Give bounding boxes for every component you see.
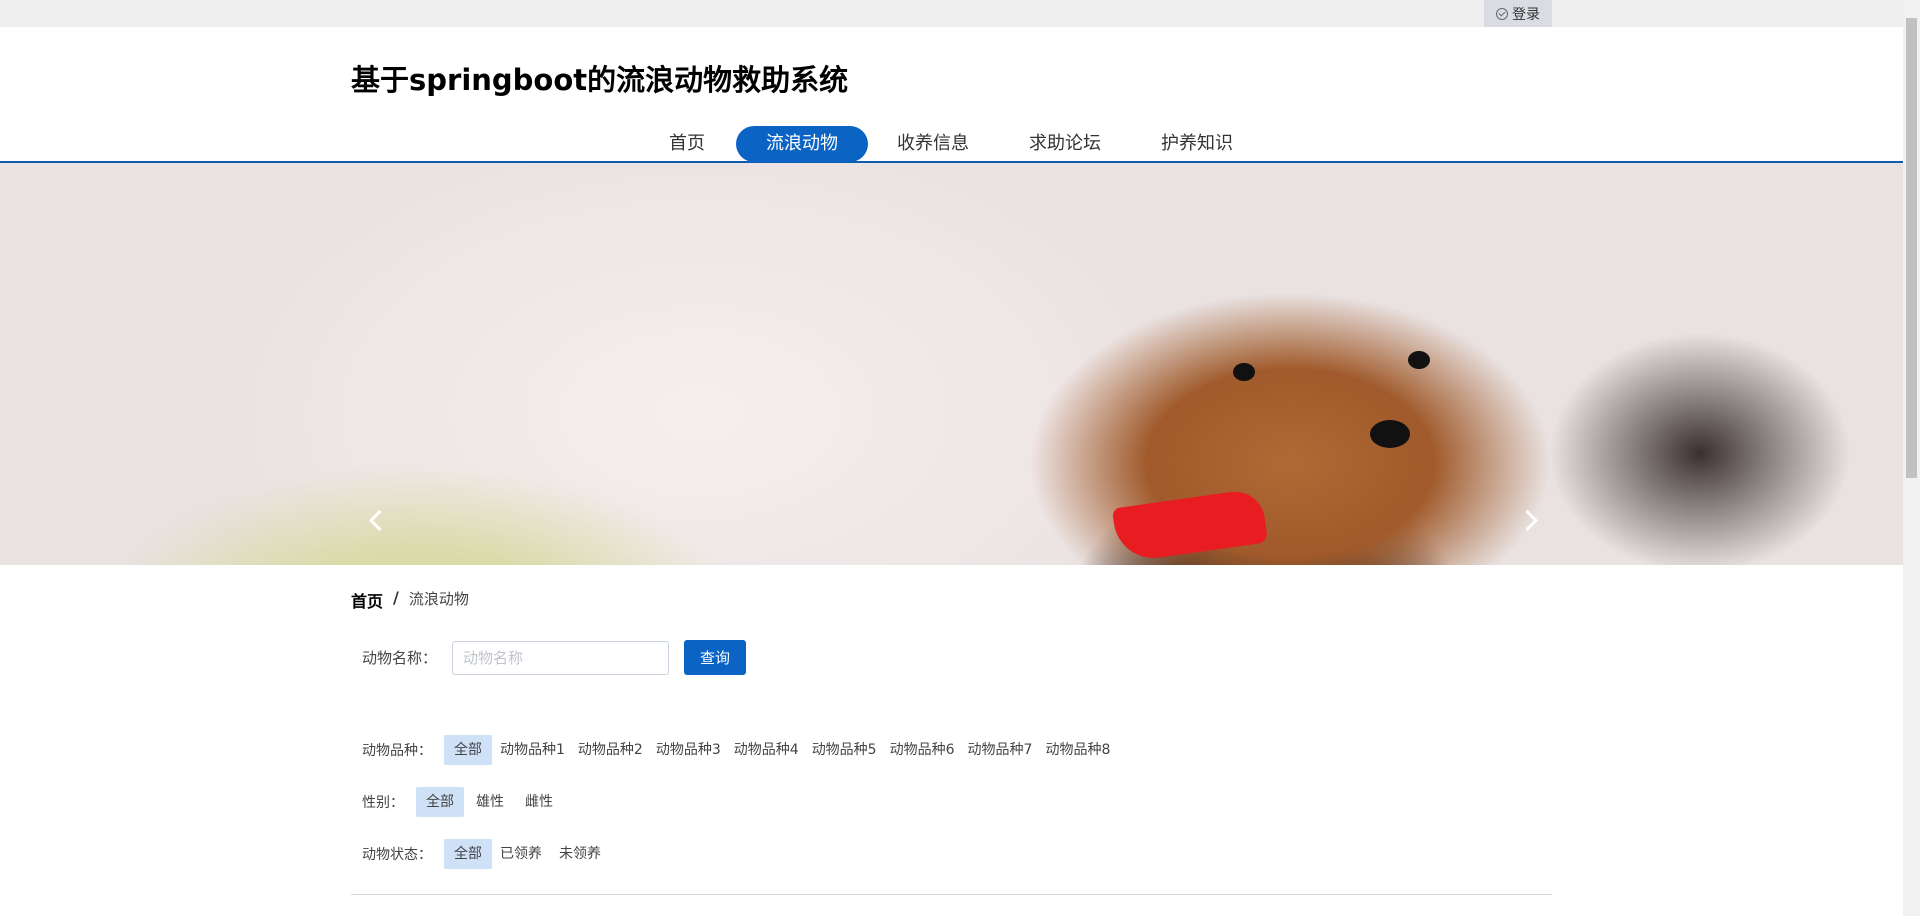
vertical-scrollbar[interactable] bbox=[1903, 0, 1920, 916]
gender-option-female[interactable]: 雌性 bbox=[520, 787, 558, 817]
banner-image bbox=[0, 163, 1903, 565]
check-circle-icon bbox=[1496, 7, 1508, 20]
nav-item-help-forum[interactable]: 求助论坛 bbox=[1020, 126, 1110, 162]
main-nav: 首页 流浪动物 收养信息 求助论坛 护养知识 bbox=[0, 124, 1903, 163]
site-title: 基于springboot的流浪动物救助系统 bbox=[351, 63, 849, 97]
nav-item-home[interactable]: 首页 bbox=[660, 126, 714, 162]
breed-filter-label: 动物品种： bbox=[362, 743, 432, 759]
breed-option[interactable]: 动物品种5 bbox=[807, 735, 882, 765]
status-option-adopted[interactable]: 已领养 bbox=[495, 839, 547, 869]
breed-option[interactable]: 动物品种3 bbox=[651, 735, 726, 765]
breadcrumb: 首页 / 流浪动物 bbox=[351, 588, 469, 612]
login-label: 登录 bbox=[1512, 6, 1540, 23]
breed-option[interactable]: 动物品种8 bbox=[1040, 735, 1115, 765]
dog-eye-shape bbox=[1408, 351, 1430, 369]
gender-option-male[interactable]: 雄性 bbox=[471, 787, 509, 817]
breadcrumb-current: 流浪动物 bbox=[408, 590, 469, 608]
breadcrumb-home[interactable]: 首页 bbox=[351, 588, 383, 612]
dog-bowtie-shape bbox=[1111, 487, 1269, 564]
dog-nose-shape bbox=[1370, 420, 1410, 448]
scrollbar-thumb[interactable] bbox=[1906, 18, 1917, 478]
nav-item-adoption-info[interactable]: 收养信息 bbox=[888, 126, 978, 162]
nav-item-stray-animals[interactable]: 流浪动物 bbox=[736, 126, 868, 162]
status-option-all[interactable]: 全部 bbox=[444, 839, 492, 869]
animal-name-label: 动物名称： bbox=[362, 649, 438, 667]
gender-filter-row: 性别： 全部 雄性 雌性 bbox=[362, 787, 561, 817]
breadcrumb-separator: / bbox=[393, 588, 399, 607]
search-button[interactable]: 查询 bbox=[684, 640, 746, 675]
top-bar: 登录 bbox=[0, 0, 1903, 27]
gender-option-all[interactable]: 全部 bbox=[416, 787, 464, 817]
status-option-not-adopted[interactable]: 未领养 bbox=[554, 839, 606, 869]
banner-carousel[interactable] bbox=[0, 163, 1903, 565]
login-button[interactable]: 登录 bbox=[1484, 0, 1552, 27]
breed-option[interactable]: 动物品种4 bbox=[729, 735, 804, 765]
gender-filter-label: 性别： bbox=[362, 795, 404, 811]
breed-option[interactable]: 动物品种2 bbox=[573, 735, 648, 765]
status-filter-row: 动物状态： 全部 已领养 未领养 bbox=[362, 839, 609, 869]
breed-option[interactable]: 动物品种1 bbox=[495, 735, 570, 765]
animal-name-input[interactable] bbox=[452, 641, 669, 675]
section-divider bbox=[351, 894, 1552, 895]
breed-option-all[interactable]: 全部 bbox=[444, 735, 492, 765]
nav-item-care-knowledge[interactable]: 护养知识 bbox=[1152, 126, 1242, 162]
breed-filter-row: 动物品种： 全部 动物品种1 动物品种2 动物品种3 动物品种4 动物品种5 动… bbox=[362, 735, 1118, 765]
status-filter-label: 动物状态： bbox=[362, 847, 432, 863]
dog-eye-shape bbox=[1233, 363, 1255, 381]
breed-option[interactable]: 动物品种6 bbox=[885, 735, 960, 765]
breed-option[interactable]: 动物品种7 bbox=[963, 735, 1038, 765]
